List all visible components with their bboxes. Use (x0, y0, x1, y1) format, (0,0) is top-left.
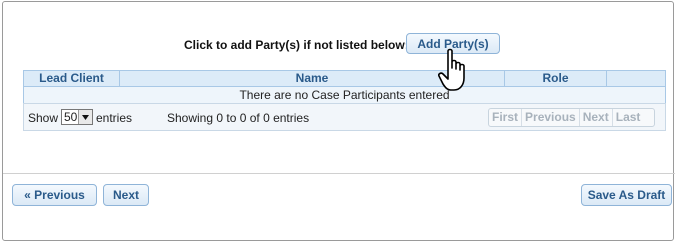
column-header-role[interactable]: Role (505, 71, 607, 86)
add-party-prompt: Click to add Party(s) if not listed belo… (184, 38, 409, 52)
add-party-row: Click to add Party(s) if not listed belo… (3, 32, 675, 54)
pagination-first-button[interactable]: First (489, 109, 523, 126)
pagination-previous-button[interactable]: Previous (522, 109, 580, 126)
participants-table: Lead Client Name Role There are no Case … (23, 70, 666, 131)
column-header-actions (607, 71, 665, 86)
chevron-down-icon[interactable] (78, 110, 92, 124)
pagination: First Previous Next Last (488, 108, 655, 127)
empty-table-message: There are no Case Participants entered (23, 87, 666, 103)
section-divider (3, 173, 675, 174)
next-button[interactable]: Next (103, 184, 149, 206)
table-info: Showing 0 to 0 of 0 entries (167, 111, 310, 125)
page-length-select[interactable]: 50 (61, 109, 93, 125)
hand-pointer-icon (438, 48, 465, 91)
column-header-lead-client[interactable]: Lead Client (24, 71, 120, 86)
show-label: Show (28, 111, 59, 125)
pagination-last-button[interactable]: Last (613, 109, 644, 126)
table-header: Lead Client Name Role (23, 70, 666, 87)
previous-button[interactable]: « Previous (12, 184, 97, 206)
case-participants-panel: Click to add Party(s) if not listed belo… (2, 1, 675, 241)
entries-label: entries (96, 111, 133, 125)
table-footer: Show 50 entries Showing 0 to 0 of 0 entr… (23, 103, 666, 131)
save-as-draft-button[interactable]: Save As Draft (581, 184, 672, 206)
pagination-next-button[interactable]: Next (580, 109, 613, 126)
